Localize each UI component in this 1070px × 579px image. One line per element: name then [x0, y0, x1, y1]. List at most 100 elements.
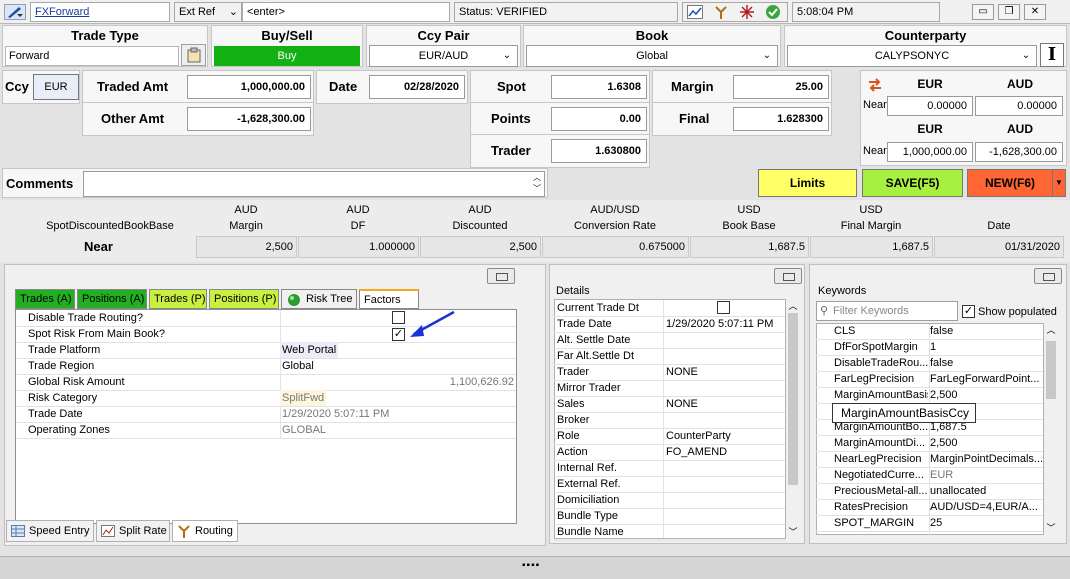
app-menu-icon[interactable] — [4, 4, 26, 20]
points-input[interactable]: 0.00 — [551, 107, 647, 131]
details-row-value[interactable]: NONE — [666, 396, 784, 412]
keyword-row-value[interactable]: 2,500 — [930, 435, 1042, 451]
routing-icon[interactable] — [713, 5, 729, 19]
panel-restore-icon[interactable] — [1034, 268, 1062, 284]
details-scrollbar[interactable]: ︿ ﹀ — [786, 299, 800, 539]
keyword-row-value[interactable]: FarLegForwardPoint... — [930, 371, 1042, 387]
chart-icon[interactable] — [687, 5, 703, 19]
other-amt-label: Other Amt — [101, 111, 165, 126]
traded-amt-input[interactable]: 1,000,000.00 — [187, 75, 311, 99]
keyword-row-value[interactable]: AUD/USD=4,EUR/A... — [930, 499, 1042, 515]
verified-check-icon[interactable] — [765, 4, 781, 20]
minimize-icon[interactable]: ▭ — [972, 4, 994, 20]
tab-positions-p[interactable]: Positions (P) — [209, 289, 279, 309]
spot-risk-checkbox[interactable]: ✓ — [392, 328, 405, 341]
show-populated-checkbox[interactable]: ✓ — [962, 305, 975, 318]
chevron-down-icon[interactable]: ﹀ — [1045, 521, 1057, 533]
app-name-link[interactable]: FXForward — [30, 2, 170, 22]
details-row-value[interactable] — [666, 492, 784, 508]
restore-icon[interactable]: ❐ — [998, 4, 1020, 20]
factor-value-risk-category[interactable]: SplitFwd — [280, 390, 327, 406]
tab-positions-a[interactable]: Positions (A) — [77, 289, 147, 309]
tab-speed-entry[interactable]: Speed Entry — [6, 520, 94, 542]
factor-value-trade-platform[interactable]: Web Portal — [280, 342, 339, 358]
date-group: Date 02/28/2020 — [316, 70, 468, 104]
close-icon[interactable]: ✕ — [1024, 4, 1046, 20]
factor-value-trade-region[interactable]: Global — [280, 358, 316, 374]
summary-col1-value: 2,500 — [196, 236, 297, 258]
tab-routing[interactable]: Routing — [172, 520, 238, 542]
details-row-value[interactable] — [666, 508, 784, 524]
trade-type-value[interactable]: Forward — [5, 46, 179, 66]
date-input[interactable]: 02/28/2020 — [369, 75, 465, 99]
details-row-value[interactable]: FO_AMEND — [666, 444, 784, 460]
ccy-pair-select[interactable]: EUR/AUD ⌄ — [369, 45, 518, 67]
trader-rate-input[interactable]: 1.630800 — [551, 139, 647, 163]
details-row-value[interactable]: NONE — [666, 364, 784, 380]
save-button[interactable]: SAVE(F5) — [862, 169, 963, 197]
filter-keywords-input[interactable]: ⚲ Filter Keywords — [816, 301, 958, 321]
current-trade-dt-checkbox[interactable] — [717, 301, 730, 314]
keywords-scrollbar[interactable]: ︿ ﹀ — [1044, 323, 1058, 535]
keyword-row-name: DfForSpotMargin — [834, 341, 918, 353]
keyword-row-value[interactable]: 2,500 — [930, 387, 1042, 403]
details-row-value[interactable] — [666, 476, 784, 492]
swap-icon[interactable] — [867, 77, 883, 93]
network-icon[interactable] — [739, 5, 755, 19]
keyword-row-value[interactable]: false — [930, 323, 1042, 339]
limits-button[interactable]: Limits — [758, 169, 857, 197]
keyword-row-value[interactable]: 25 — [930, 515, 1042, 531]
chevron-up-icon[interactable]: ︿ — [787, 299, 799, 311]
keyword-row-value[interactable]: false — [930, 355, 1042, 371]
ext-ref-dropdown[interactable]: Ext Ref ⌄ — [174, 2, 242, 22]
final-input[interactable]: 1.628300 — [733, 107, 829, 131]
details-row-value[interactable] — [666, 380, 784, 396]
chevron-up-icon[interactable]: ︿ — [1045, 323, 1057, 335]
trader-rate-label: Trader — [491, 143, 531, 158]
details-row-value[interactable]: CounterParty — [666, 428, 784, 444]
details-row-value[interactable] — [666, 348, 784, 364]
keyword-row-value[interactable]: MarginPointDecimals... — [930, 451, 1042, 467]
tab-risk-tree[interactable]: Risk Tree — [281, 289, 357, 309]
tab-trades-a[interactable]: Trades (A) — [15, 289, 75, 309]
comments-scroll-icon[interactable]: ︿ ﹀ — [531, 172, 543, 196]
other-amt-input[interactable]: -1,628,300.00 — [187, 107, 311, 131]
details-row-value[interactable]: 1/29/2020 5:07:11 PM — [666, 316, 784, 332]
spot-input[interactable]: 1.6308 — [551, 75, 647, 99]
margin-input[interactable]: 25.00 — [733, 75, 829, 99]
disable-routing-checkbox[interactable] — [392, 311, 405, 324]
details-row-value[interactable] — [666, 524, 784, 540]
details-row-value[interactable] — [666, 412, 784, 428]
new-dropdown-icon[interactable]: ▼ — [1052, 169, 1066, 197]
ext-ref-input[interactable]: <enter> — [242, 2, 450, 22]
summary-col6-name: Final Margin — [840, 220, 902, 232]
panel-restore-icon[interactable] — [774, 268, 802, 284]
chevron-down-icon[interactable]: ﹀ — [787, 525, 799, 537]
near1-value2[interactable]: 0.00000 — [975, 96, 1063, 116]
counterparty-select[interactable]: CALYPSONYC ⌄ — [787, 45, 1037, 67]
keyword-row-value[interactable]: unallocated — [930, 483, 1042, 499]
keyword-row-value[interactable]: EUR — [930, 467, 1042, 483]
details-row-value[interactable] — [666, 460, 784, 476]
tab-split-rate[interactable]: Split Rate — [96, 520, 170, 542]
comments-input[interactable] — [83, 171, 545, 197]
trade-type-picker-icon[interactable] — [181, 44, 206, 66]
keywords-scroll-thumb[interactable] — [1046, 341, 1056, 399]
buy-sell-toggle[interactable]: Buy — [214, 46, 360, 66]
splitter-grip-icon[interactable]: ▪▪▪▪ — [522, 560, 540, 571]
details-row-value[interactable] — [666, 332, 784, 348]
keyword-row-value[interactable]: 1 — [930, 339, 1042, 355]
near1-value1[interactable]: 0.00000 — [887, 96, 973, 116]
tab-factors[interactable]: Factors — [359, 289, 419, 309]
panel-restore-icon[interactable] — [487, 268, 515, 284]
text-cursor-icon[interactable]: I — [1040, 43, 1064, 67]
details-scroll-thumb[interactable] — [788, 313, 798, 485]
bottom-splitter[interactable]: ▪▪▪▪ — [0, 556, 1070, 579]
near2-value2[interactable]: -1,628,300.00 — [975, 142, 1063, 162]
new-button[interactable]: NEW(F6) — [967, 169, 1053, 197]
summary-col7-name: Date — [987, 220, 1011, 232]
tab-trades-p[interactable]: Trades (P) — [149, 289, 207, 309]
ccy-toggle-button[interactable]: EUR — [33, 74, 79, 100]
book-select[interactable]: Global ⌄ — [526, 45, 778, 67]
near2-value1[interactable]: 1,000,000.00 — [887, 142, 973, 162]
